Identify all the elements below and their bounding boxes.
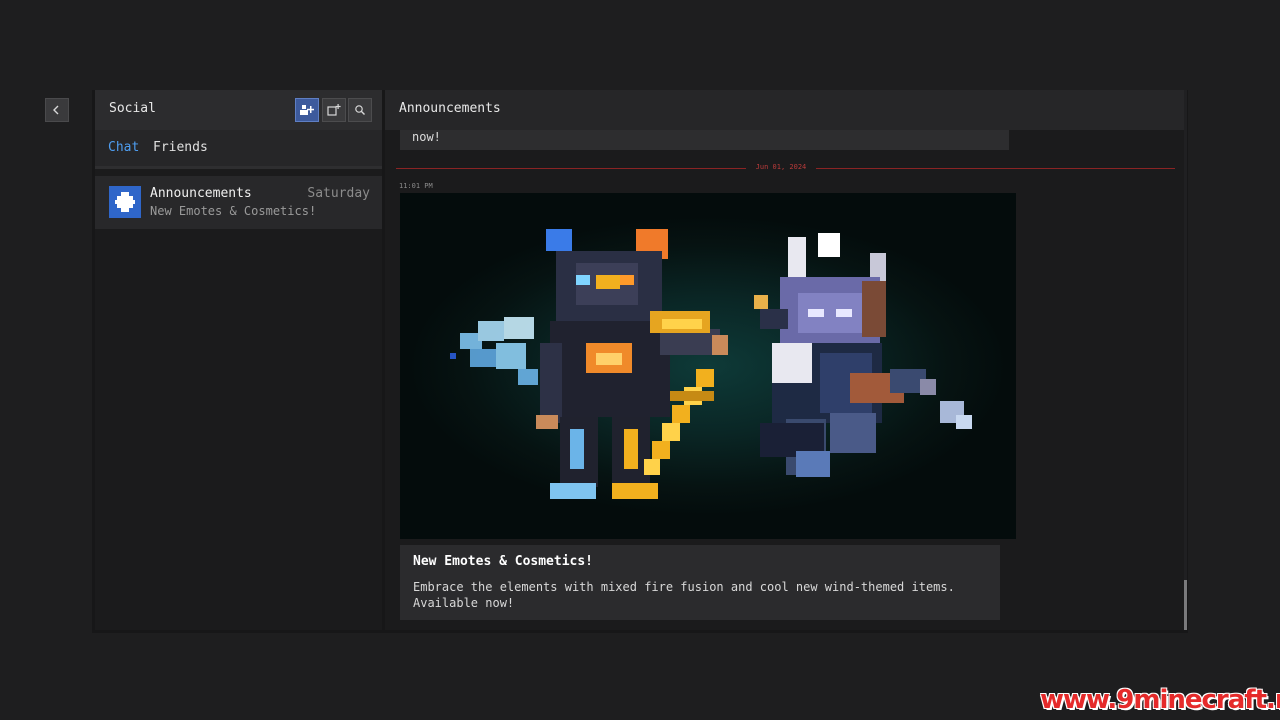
announcement-card: New Emotes & Cosmetics! Embrace the elem… (400, 545, 1000, 620)
tab-chat[interactable]: Chat (108, 140, 139, 155)
announcement-card-title: New Emotes & Cosmetics! (413, 554, 594, 569)
conversation-time: Saturday (307, 186, 370, 201)
conversation-name: Announcements (150, 186, 252, 201)
social-panel: Social Chat Friends Announcements Saturd… (95, 90, 382, 630)
announcements-title: Announcements (399, 101, 501, 116)
announcements-header: Announcements (385, 90, 1185, 130)
announcements-panel: Announcements now! Jun 01, 2024 11:01 PM (385, 90, 1185, 630)
date-separator: Jun 01, 2024 (396, 163, 1175, 175)
new-message-button[interactable] (322, 98, 346, 122)
add-friend-icon (300, 105, 314, 115)
fire-character (536, 229, 728, 499)
social-tabs: Chat Friends (95, 130, 382, 166)
announcement-card-body: Embrace the elements with mixed fire fus… (413, 580, 955, 610)
message-timestamp: 11:01 PM (399, 182, 433, 190)
chevron-left-icon (53, 105, 59, 115)
social-header: Social (95, 90, 382, 130)
search-button[interactable] (348, 98, 372, 122)
back-button[interactable] (45, 98, 69, 122)
scrollbar-track[interactable] (1184, 90, 1187, 630)
wind-wing-left (450, 317, 538, 385)
previous-message-card: now! (400, 130, 1009, 150)
previous-message-text: now! (412, 130, 441, 144)
add-friend-button[interactable] (295, 98, 319, 122)
tabs-divider (95, 166, 382, 169)
date-separator-label: Jun 01, 2024 (755, 163, 807, 171)
social-window: Social Chat Friends Announcements Saturd… (92, 90, 1188, 633)
new-message-icon (327, 104, 341, 116)
social-title: Social (109, 101, 156, 116)
conversation-item-announcements[interactable]: Announcements Saturday New Emotes & Cosm… (95, 176, 382, 229)
scrollbar-thumb[interactable] (1184, 580, 1187, 630)
minecraft-characters-artwork (450, 229, 972, 499)
announcements-icon (115, 192, 135, 212)
date-separator-line (816, 168, 1175, 169)
search-icon (355, 105, 365, 115)
watermark: www.9minecraft.net (1040, 685, 1280, 715)
date-separator-line (396, 168, 746, 169)
wind-character (754, 233, 972, 477)
conversation-preview: New Emotes & Cosmetics! (150, 204, 317, 218)
announcement-image (400, 193, 1016, 539)
announcements-avatar (109, 186, 141, 218)
tab-friends[interactable]: Friends (153, 140, 208, 155)
